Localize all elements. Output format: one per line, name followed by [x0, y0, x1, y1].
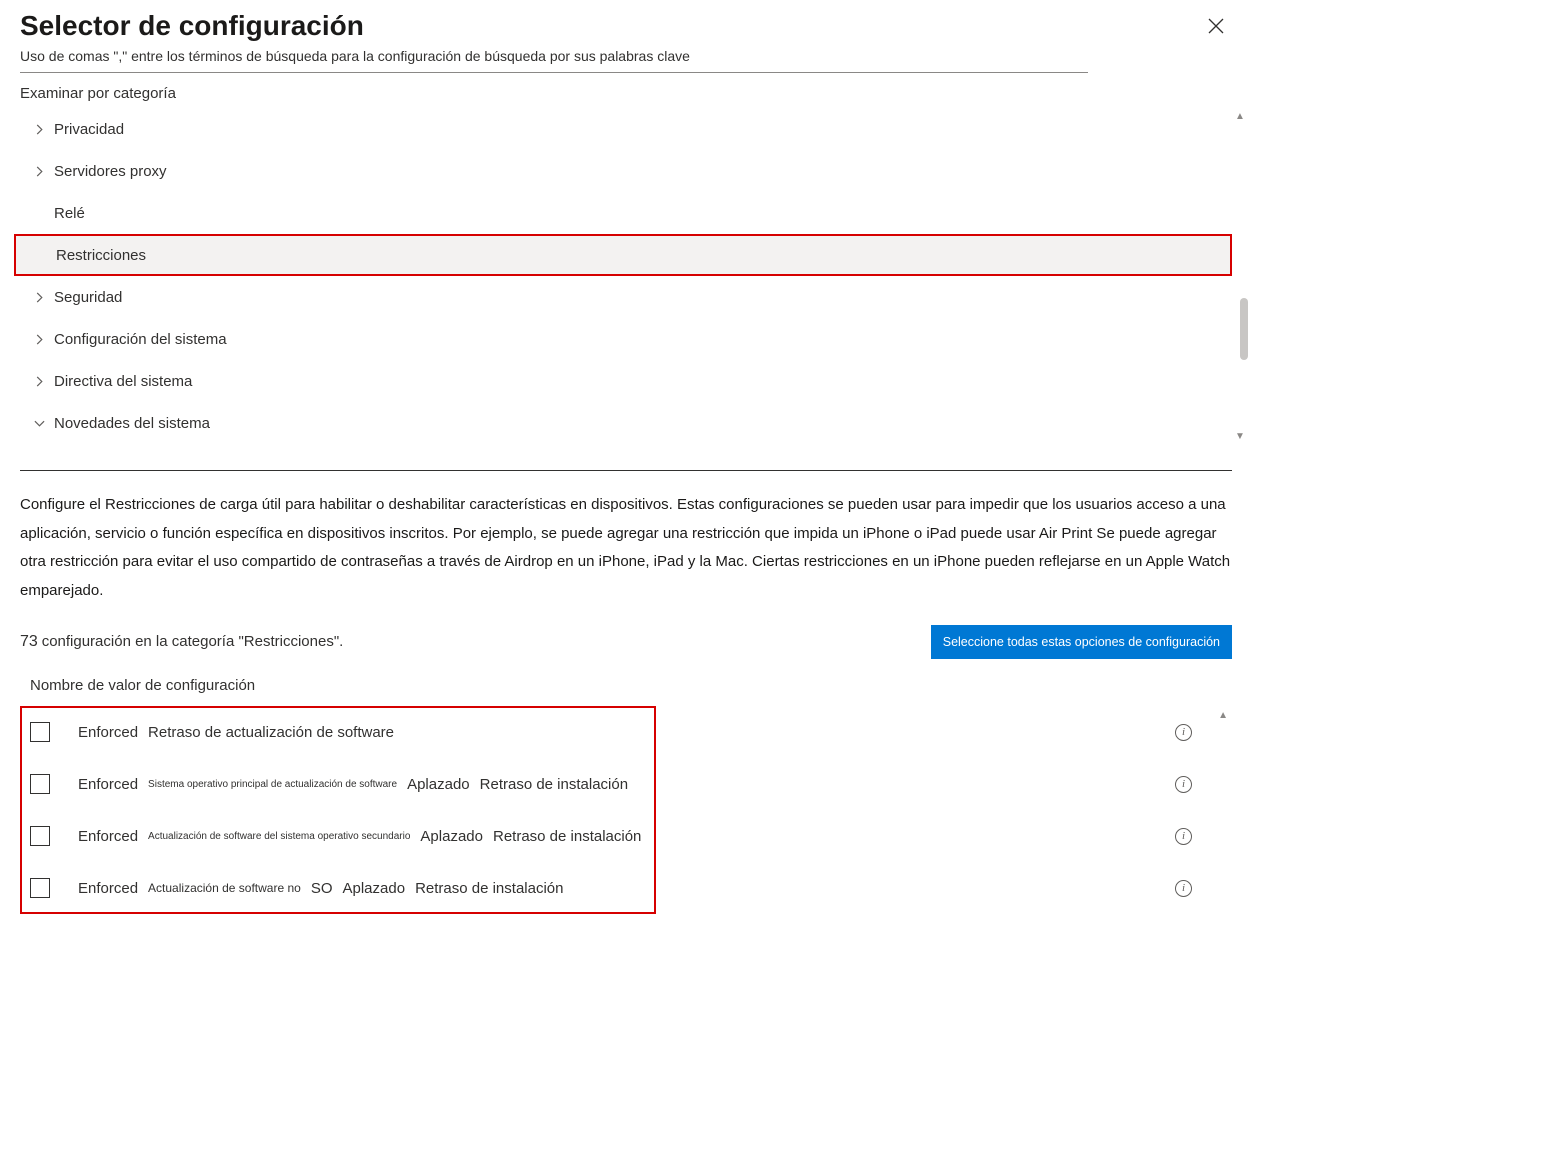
chevron-down-icon — [28, 418, 50, 429]
checkbox[interactable] — [30, 826, 50, 846]
close-button[interactable] — [1200, 10, 1232, 44]
info-icon[interactable]: i — [1175, 776, 1192, 793]
setting-text: Retraso de instalación — [480, 776, 628, 793]
setting-text: Aplazado — [343, 880, 406, 897]
category-item[interactable]: Configuración del sistema — [20, 318, 1232, 360]
scroll-up-icon[interactable]: ▲ — [1232, 108, 1248, 124]
chevron-right-icon — [28, 124, 50, 135]
setting-row[interactable]: Enforced Sistema operativo principal de a… — [20, 758, 1232, 810]
checkbox[interactable] — [30, 878, 50, 898]
setting-text: Actualización de software del sistema op… — [148, 831, 410, 842]
info-icon[interactable]: i — [1175, 724, 1192, 741]
setting-text: Sistema operativo principal de actualiza… — [148, 779, 397, 790]
category-item[interactable]: Restricciones — [14, 234, 1232, 276]
setting-text: Retraso de instalación — [493, 828, 641, 845]
category-item[interactable]: Seguridad — [20, 276, 1232, 318]
enforced-label: Enforced — [78, 880, 138, 897]
checkbox[interactable] — [30, 774, 50, 794]
select-all-button[interactable]: Seleccione todas estas opciones de confi… — [931, 625, 1232, 659]
category-label: Seguridad — [50, 289, 122, 306]
setting-text: Aplazado — [420, 828, 483, 845]
setting-text: Actualización de software no — [148, 881, 301, 895]
category-label: Directiva del sistema — [50, 373, 192, 390]
category-item[interactable]: Servidores proxy — [20, 150, 1232, 192]
browse-by-category-label: Examinar por categoría — [0, 73, 1252, 108]
info-icon[interactable]: i — [1175, 880, 1192, 897]
setting-text: Retraso de instalación — [415, 880, 563, 897]
chevron-right-icon — [28, 334, 50, 345]
category-label: Relé — [28, 205, 85, 222]
category-label: Privacidad — [50, 121, 124, 138]
enforced-label: Enforced — [78, 828, 138, 845]
setting-row[interactable]: Enforced Actualización de software no SO Ap… — [20, 862, 1232, 914]
dialog-title: Selector de configuración — [20, 10, 364, 42]
settings-list: ▲ EnforcedRetraso de actualización de so… — [0, 706, 1252, 914]
category-item[interactable]: Privacidad — [20, 108, 1232, 150]
enforced-label: Enforced — [78, 776, 138, 793]
category-item[interactable]: Directiva del sistema — [20, 360, 1232, 402]
section-divider — [20, 470, 1232, 471]
column-header: Nombre de valor de configuración — [0, 659, 1252, 706]
setting-text: Aplazado — [407, 776, 470, 793]
setting-text: Retraso de actualización de software — [148, 724, 394, 741]
category-item[interactable]: Relé — [20, 192, 1232, 234]
setting-row[interactable]: Enforced Retraso de actualización de soft… — [20, 706, 1232, 758]
setting-row[interactable]: Enforced Actualización de software del si… — [20, 810, 1232, 862]
close-icon — [1208, 18, 1224, 34]
chevron-right-icon — [28, 292, 50, 303]
setting-text: SO — [311, 880, 333, 897]
scroll-down-icon[interactable]: ▼ — [1232, 428, 1248, 444]
chevron-right-icon — [28, 166, 50, 177]
category-label: Configuración del sistema — [50, 331, 227, 348]
category-label: Novedades del sistema — [50, 415, 210, 432]
enforced-label: Enforced — [78, 724, 138, 741]
scrollbar-thumb[interactable] — [1240, 298, 1248, 360]
dialog-subtitle: Uso de comas "," entre los términos de b… — [0, 44, 1252, 72]
checkbox[interactable] — [30, 722, 50, 742]
category-item[interactable]: Novedades del sistema — [20, 402, 1232, 444]
info-icon[interactable]: i — [1175, 828, 1192, 845]
category-label: Servidores proxy — [50, 163, 167, 180]
settings-count: 73 configuración en la categoría "Restri… — [20, 633, 343, 651]
category-list: Privacidad Servidores proxy Relé Restriccio… — [0, 108, 1252, 444]
chevron-right-icon — [28, 376, 50, 387]
category-label: Restricciones — [30, 247, 146, 264]
category-description: Configure el Restricciones de carga útil… — [0, 481, 1252, 615]
